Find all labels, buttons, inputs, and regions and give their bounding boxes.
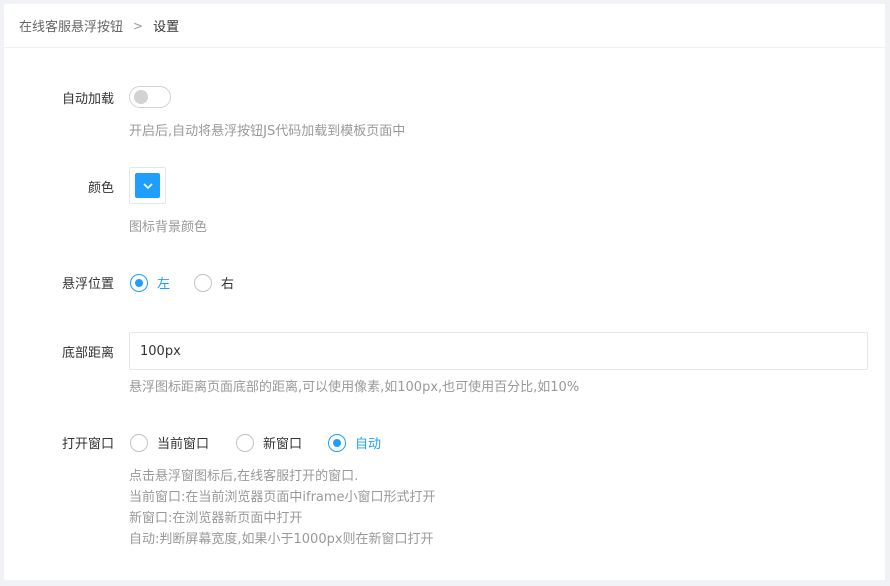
switch-knob: [134, 90, 148, 104]
open-window-hint-line: 自动:判断屏幕宽度,如果小于1000px则在新窗口打开: [129, 532, 434, 547]
open-window-hint: 点击悬浮窗图标后,在线客服打开的窗口. 当前窗口:在当前浏览器页面中iframe…: [129, 466, 436, 550]
radio-label: 左: [157, 277, 171, 292]
open-window-hint-line: 点击悬浮窗图标后,在线客服打开的窗口.: [129, 469, 359, 484]
auto-load-hint: 开启后,自动将悬浮按钮JS代码加载到模板页面中: [129, 124, 406, 139]
breadcrumb-parent-link[interactable]: 在线客服悬浮按钮: [19, 16, 123, 35]
breadcrumb: 在线客服悬浮按钮 > 设置: [4, 4, 885, 48]
open-window-radio-current[interactable]: 当前窗口: [130, 433, 209, 452]
bottom-distance-input[interactable]: [129, 332, 868, 370]
open-window-hint-line: 当前窗口:在当前浏览器页面中iframe小窗口形式打开: [129, 490, 436, 505]
color-picker[interactable]: [129, 167, 166, 204]
auto-load-label: 自动加载: [61, 92, 114, 107]
color-hint: 图标背景颜色: [129, 220, 208, 235]
breadcrumb-current: 设置: [153, 20, 180, 35]
settings-card: 在线客服悬浮按钮 > 设置 自动加载 开启后,自动将悬浮按钮JS代码加载到模板页…: [4, 4, 885, 580]
radio-circle: [236, 433, 254, 452]
bottom-distance-label: 底部距离: [61, 346, 114, 361]
bottom-distance-hint: 悬浮图标距离页面底部的距离,可以使用像素,如100px,也可使用百分比,如10%: [129, 380, 580, 395]
breadcrumb-separator: >: [133, 18, 144, 33]
color-label: 颜色: [87, 181, 114, 196]
open-window-radio-auto[interactable]: 自动: [328, 433, 381, 452]
auto-load-switch[interactable]: [129, 86, 171, 108]
radio-circle: [130, 273, 148, 292]
radio-label: 自动: [355, 437, 382, 452]
radio-circle: [194, 273, 212, 292]
radio-label: 当前窗口: [157, 437, 210, 452]
radio-label: 新窗口: [263, 437, 303, 452]
radio-circle: [130, 433, 148, 452]
color-swatch: [135, 173, 160, 198]
open-window-radio-new[interactable]: 新窗口: [236, 433, 302, 452]
position-radio-left[interactable]: 左: [130, 273, 170, 292]
chevron-down-icon: [142, 182, 153, 189]
open-window-label: 打开窗口: [61, 437, 114, 452]
position-label: 悬浮位置: [61, 277, 114, 292]
position-radio-right[interactable]: 右: [194, 273, 234, 292]
radio-circle: [328, 433, 346, 452]
open-window-hint-line: 新窗口:在浏览器新页面中打开: [129, 511, 303, 526]
radio-label: 右: [221, 277, 235, 292]
